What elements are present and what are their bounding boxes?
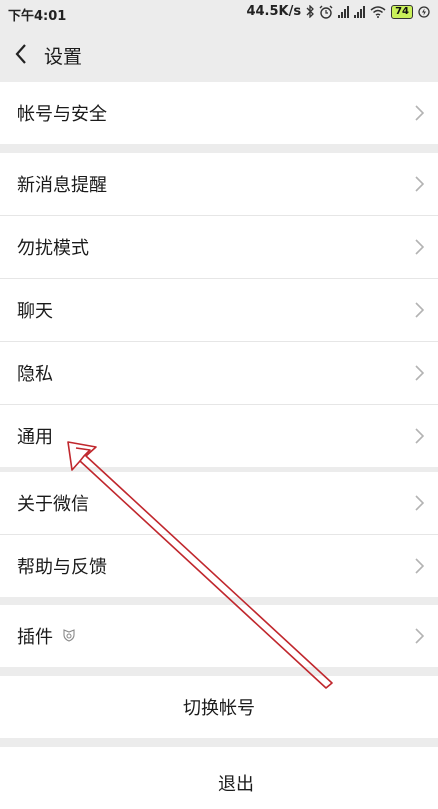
chevron-right-icon (415, 495, 424, 511)
signal-icon-2 (354, 5, 366, 18)
account-group: 帐号与安全 (0, 82, 438, 144)
menu-item-label: 关于微信 (17, 494, 89, 515)
alarm-icon (319, 5, 333, 19)
status-time: 下午4:01 (8, 9, 67, 24)
menu-item-label: 通用 (17, 427, 53, 448)
logout-group: 退出 (0, 747, 438, 809)
chevron-right-icon (415, 302, 424, 318)
plugin-icon (63, 629, 75, 642)
menu-item-new-message-alert[interactable]: 新消息提醒 (0, 153, 438, 216)
status-icons: 44.5K/s 74 (246, 4, 430, 19)
main-settings-group: 新消息提醒 勿扰模式 聊天 隐私 通用 (0, 153, 438, 467)
chevron-right-icon (415, 105, 424, 121)
chevron-right-icon (415, 558, 424, 574)
menu-item-privacy[interactable]: 隐私 (0, 342, 438, 405)
menu-item-do-not-disturb[interactable]: 勿扰模式 (0, 216, 438, 279)
menu-item-account-security[interactable]: 帐号与安全 (0, 82, 438, 144)
wifi-icon (370, 5, 386, 18)
menu-item-label: 隐私 (17, 364, 53, 385)
switch-account-group: 切换帐号 (0, 676, 438, 738)
logout-button[interactable]: 退出 (0, 747, 438, 809)
menu-item-help-feedback[interactable]: 帮助与反馈 (0, 535, 438, 597)
signal-icon (338, 5, 350, 18)
menu-item-label: 新消息提醒 (17, 175, 107, 196)
nav-bar: 设置 (0, 26, 438, 83)
menu-item-label: 勿扰模式 (17, 238, 89, 259)
menu-item-general[interactable]: 通用 (0, 405, 438, 467)
menu-item-chat[interactable]: 聊天 (0, 279, 438, 342)
logout-label: 退出 (218, 774, 254, 795)
chevron-right-icon (415, 365, 424, 381)
menu-item-about-wechat[interactable]: 关于微信 (0, 472, 438, 535)
status-bar: 下午4:01 44.5K/s 74 (0, 0, 438, 26)
battery-indicator: 74 (391, 4, 413, 19)
charging-icon (418, 5, 430, 18)
menu-item-label: 聊天 (17, 301, 53, 322)
chevron-right-icon (415, 628, 424, 644)
menu-item-label: 插件 (17, 627, 53, 648)
bluetooth-icon (306, 5, 314, 18)
page-title: 设置 (44, 46, 83, 68)
about-group: 关于微信 帮助与反馈 (0, 472, 438, 597)
back-arrow-icon[interactable] (14, 43, 28, 65)
switch-account-label: 切换帐号 (183, 698, 255, 719)
menu-item-label: 帐号与安全 (17, 104, 107, 125)
chevron-right-icon (415, 176, 424, 192)
net-speed: 44.5K/s (246, 4, 302, 19)
menu-item-plugins[interactable]: 插件 (0, 605, 438, 667)
plugins-group: 插件 (0, 605, 438, 667)
menu-item-label: 帮助与反馈 (17, 557, 107, 578)
chevron-right-icon (415, 239, 424, 255)
chevron-right-icon (415, 428, 424, 444)
switch-account-button[interactable]: 切换帐号 (0, 676, 438, 738)
